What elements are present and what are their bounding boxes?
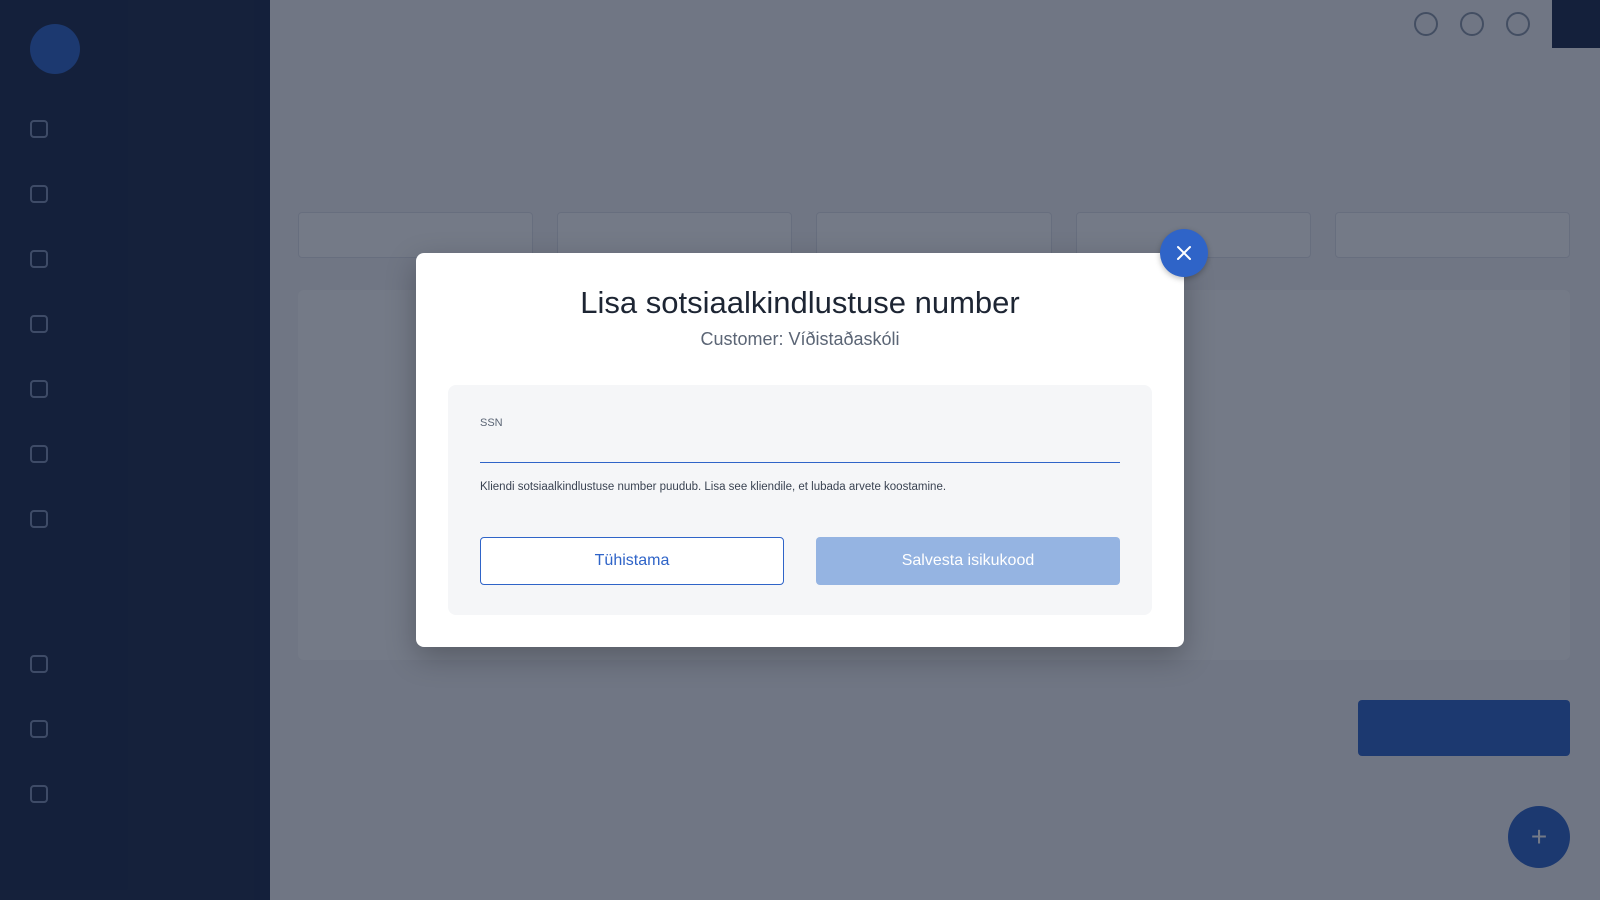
- save-ssn-button[interactable]: Salvesta isikukood: [816, 537, 1120, 585]
- close-icon: [1177, 246, 1191, 260]
- close-dialog-button[interactable]: [1160, 229, 1208, 277]
- ssn-input[interactable]: [480, 433, 1120, 463]
- ssn-label: SSN: [480, 417, 503, 429]
- dialog-subtitle: Customer: Víðistaðaskóli: [700, 329, 900, 349]
- ssn-helper-text: Kliendi sotsiaalkindlustuse number puudu…: [480, 481, 947, 493]
- add-ssn-dialog: Lisa sotsiaalkindlustuse number Customer…: [416, 253, 1184, 647]
- dialog-title: Lisa sotsiaalkindlustuse number: [580, 285, 1020, 320]
- cancel-button[interactable]: Tühistama: [480, 537, 784, 585]
- ssn-form: SSN Kliendi sotsiaalkindlustuse number p…: [448, 385, 1152, 615]
